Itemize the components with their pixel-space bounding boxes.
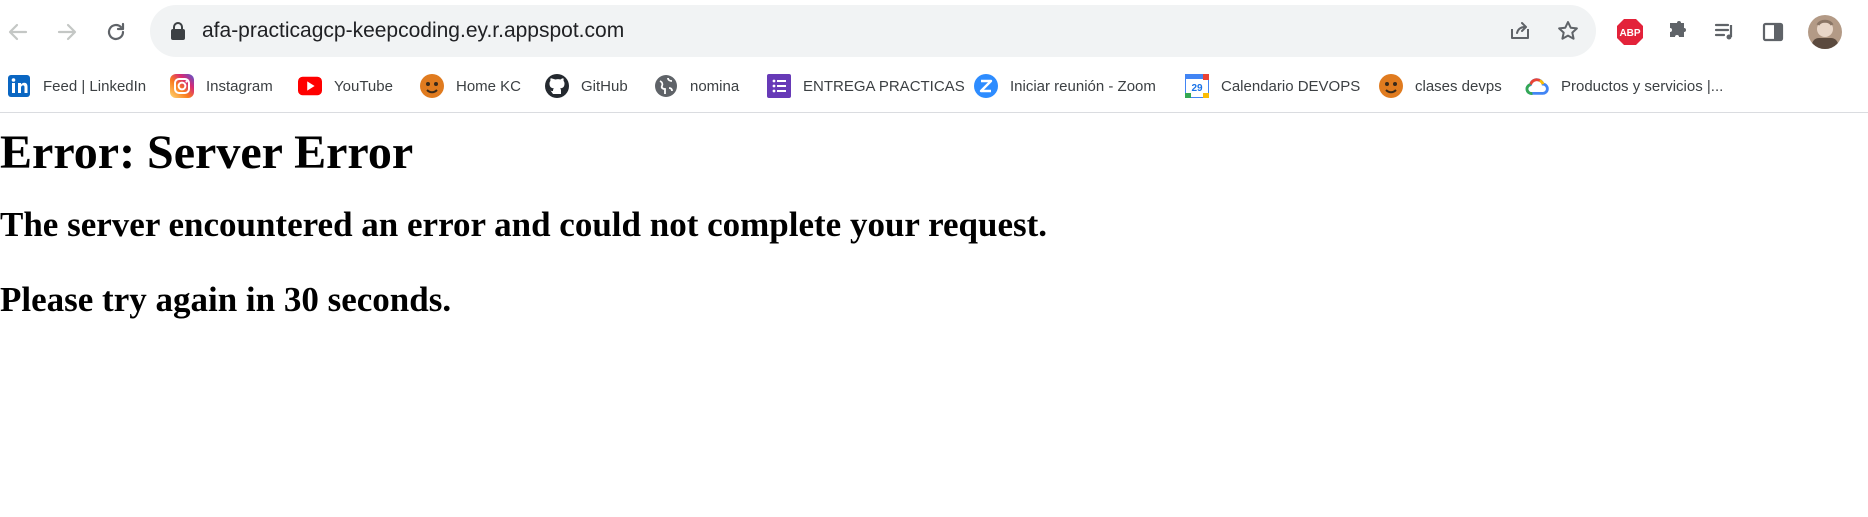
bookmark-label: Instagram bbox=[206, 77, 273, 95]
side-panel-button[interactable] bbox=[1753, 12, 1793, 52]
calendar-icon: 29 bbox=[1185, 74, 1209, 98]
star-icon[interactable] bbox=[1554, 17, 1582, 45]
adblock-icon: ABP bbox=[1617, 19, 1643, 45]
bookmark-label: clases devps bbox=[1415, 77, 1502, 95]
side-panel-icon bbox=[1762, 22, 1784, 42]
bookmark-linkedin[interactable]: Feed | LinkedIn bbox=[7, 64, 146, 108]
extensions-button[interactable] bbox=[1657, 12, 1697, 52]
arrow-right-icon bbox=[57, 23, 77, 41]
github-icon bbox=[545, 74, 569, 98]
forms-icon bbox=[767, 74, 791, 98]
zoom-icon bbox=[974, 74, 998, 98]
share-icon[interactable] bbox=[1506, 17, 1534, 45]
page-title: Error: Server Error bbox=[0, 126, 414, 179]
bookmark-label: Feed | LinkedIn bbox=[43, 77, 147, 95]
arrow-left-icon bbox=[8, 23, 28, 41]
puzzle-icon bbox=[1670, 21, 1686, 37]
bookmark-label: nomina bbox=[690, 77, 740, 95]
bookmark-home-kc[interactable]: Home KC bbox=[420, 64, 521, 108]
browser-toolbar: afa-practicagcp-keepcoding.ey.r.appspot.… bbox=[0, 0, 1868, 64]
bookmark-nomina[interactable]: nomina bbox=[654, 64, 739, 108]
bookmark-youtube[interactable]: YouTube bbox=[298, 64, 393, 108]
globe-icon bbox=[654, 74, 678, 98]
bookmark-entrega-practicas[interactable]: ENTREGA PRACTICAS bbox=[767, 64, 965, 108]
playlist-icon bbox=[1714, 23, 1733, 40]
bookmark-clases-devps[interactable]: clases devps bbox=[1379, 64, 1502, 108]
bookmark-label: Calendario DEVOPS bbox=[1221, 77, 1361, 95]
error-message: The server encountered an error and coul… bbox=[0, 204, 1048, 244]
reload-icon bbox=[107, 22, 125, 41]
calendar-day: 29 bbox=[1191, 83, 1203, 94]
avatar bbox=[1808, 15, 1842, 49]
address-bar[interactable]: afa-practicagcp-keepcoding.ey.r.appspot.… bbox=[150, 5, 1596, 57]
keepcoding-icon bbox=[1379, 74, 1403, 98]
youtube-icon bbox=[298, 74, 322, 98]
bookmark-instagram[interactable]: Instagram bbox=[170, 64, 273, 108]
bookmark-label: GitHub bbox=[581, 77, 628, 95]
bookmark-zoom[interactable]: Iniciar reunión - Zoom bbox=[974, 64, 1156, 108]
back-button[interactable] bbox=[0, 12, 38, 52]
adblock-plus-button[interactable]: ABP bbox=[1610, 12, 1650, 52]
bookmark-label: YouTube bbox=[334, 77, 393, 95]
keepcoding-icon bbox=[420, 74, 444, 98]
bookmark-github[interactable]: GitHub bbox=[545, 64, 628, 108]
forward-button[interactable] bbox=[47, 12, 87, 52]
media-button[interactable] bbox=[1705, 12, 1745, 52]
profile-button[interactable] bbox=[1805, 12, 1845, 52]
lock-icon[interactable] bbox=[164, 17, 192, 45]
bookmark-productos-servicios[interactable]: Productos y servicios |... bbox=[1525, 64, 1723, 108]
bookmark-calendario-devops[interactable]: 29 Calendario DEVOPS bbox=[1185, 64, 1360, 108]
instagram-icon bbox=[170, 74, 194, 98]
adblock-label: ABP bbox=[1619, 28, 1640, 39]
url-text[interactable]: afa-practicagcp-keepcoding.ey.r.appspot.… bbox=[202, 5, 624, 57]
page-content: Error: Server Error The server encounter… bbox=[0, 113, 1868, 320]
bookmarks-bar: Feed | LinkedIn Instagram YouTube Home K… bbox=[0, 64, 1868, 113]
reload-button[interactable] bbox=[96, 12, 136, 52]
bookmark-label: Iniciar reunión - Zoom bbox=[1010, 77, 1156, 95]
bookmark-label: Home KC bbox=[456, 77, 522, 95]
retry-message: Please try again in 30 seconds. bbox=[0, 280, 452, 320]
google-cloud-icon bbox=[1525, 74, 1549, 98]
bookmark-label: ENTREGA PRACTICAS bbox=[803, 77, 965, 95]
linkedin-icon bbox=[7, 74, 31, 98]
bookmark-label: Productos y servicios |... bbox=[1561, 77, 1724, 95]
